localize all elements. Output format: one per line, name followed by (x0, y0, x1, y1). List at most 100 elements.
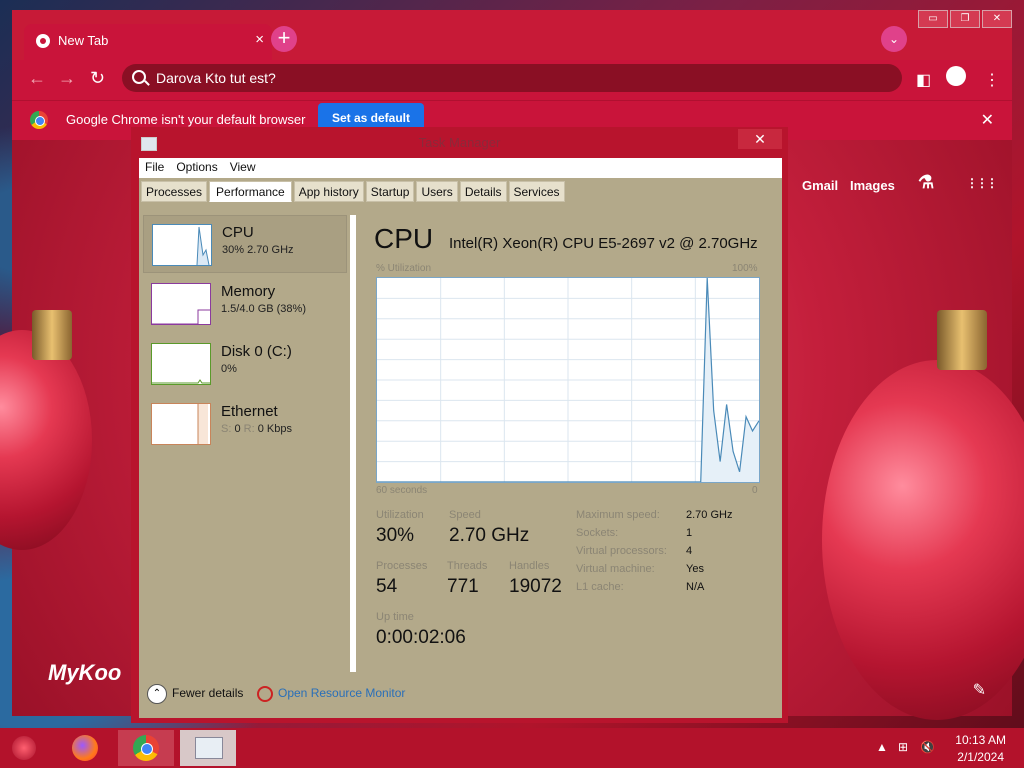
sidebar-item-memory[interactable]: Memory 1.5/4.0 GB (38%) (143, 275, 345, 331)
processes-label: Processes (376, 560, 428, 572)
sidebar-ethernet-name: Ethernet (221, 403, 278, 420)
gmail-link[interactable]: Gmail (802, 178, 838, 193)
cpu-model-name: Intel(R) Xeon(R) CPU E5-2697 v2 @ 2.70GH… (449, 235, 758, 252)
side-panel-icon[interactable]: ◧ (916, 70, 931, 90)
fewer-details-link[interactable]: Fewer details (172, 686, 243, 700)
menu-view[interactable]: View (224, 158, 262, 178)
labs-flask-icon[interactable]: ⚗ (918, 172, 934, 193)
sidebar-item-disk[interactable]: Disk 0 (C:) 0% (143, 335, 345, 391)
task-manager-close-button[interactable]: ✕ (738, 129, 782, 149)
virtual-processors-value: 4 (686, 545, 693, 557)
cpu-thumbnail (152, 224, 212, 266)
new-tab-button[interactable]: + (271, 26, 297, 52)
tab-close-icon[interactable]: × (255, 31, 264, 48)
firefox-icon (72, 735, 98, 761)
tab-details[interactable]: Details (459, 181, 507, 202)
firefox-taskbar-button[interactable] (58, 730, 114, 766)
close-window-button[interactable]: ✕ (982, 10, 1012, 28)
network-icon[interactable]: ⊞ (898, 740, 908, 754)
x-axis-right-label: 0 (752, 485, 758, 496)
memory-thumbnail (151, 283, 211, 325)
profile-avatar[interactable] (946, 66, 966, 86)
tab-strip: Processes Performance App history Startu… (141, 181, 567, 202)
brand-watermark: MyKoo (48, 660, 122, 685)
infobar-close-icon[interactable]: ✕ (981, 110, 994, 130)
forward-button[interactable]: → (58, 68, 76, 89)
virtual-machine-value: Yes (686, 563, 704, 575)
task-manager-window: Task Manager ✕ File Options View Process… (131, 127, 788, 723)
google-apps-icon[interactable]: ⋮⋮⋮ (966, 176, 998, 190)
open-resource-monitor-link[interactable]: Open Resource Monitor (278, 686, 405, 700)
y-axis-max: 100% (732, 263, 758, 274)
ornament-left (0, 330, 92, 550)
cpu-utilization-graph (376, 277, 760, 483)
menu-kebab-icon[interactable]: ⋮ (984, 70, 1000, 90)
cpu-graph-svg (377, 277, 760, 483)
task-manager-taskbar-icon (195, 737, 223, 759)
l1-cache-label: L1 cache: (576, 581, 624, 593)
menu-options[interactable]: Options (170, 158, 223, 178)
ornament-cap-left (32, 310, 72, 360)
virtual-processors-label: Virtual processors: (576, 545, 667, 557)
sidebar-scrollbar[interactable] (350, 215, 356, 672)
max-speed-label: Maximum speed: (576, 509, 660, 521)
tab-startup[interactable]: Startup (365, 181, 415, 202)
tab-search-button[interactable]: ⌄ (881, 26, 907, 52)
customize-pencil-icon[interactable]: ✎ (973, 680, 986, 700)
tab-processes[interactable]: Processes (141, 181, 208, 202)
tab-services[interactable]: Services (508, 181, 565, 202)
handles-label: Handles (509, 560, 550, 572)
tab-users[interactable]: Users (416, 181, 458, 202)
task-manager-titlebar[interactable]: Task Manager ✕ (131, 127, 788, 157)
start-button[interactable] (0, 730, 50, 766)
sidebar-memory-name: Memory (221, 283, 276, 300)
tab-app-history[interactable]: App history (293, 181, 364, 202)
disk-thumbnail (151, 343, 211, 385)
ethernet-send-label: S: (221, 423, 232, 435)
sidebar-cpu-detail: 30% 2.70 GHz (222, 244, 294, 256)
chrome-titlebar: New Tab × + ⌄ ▭ ❐ ✕ (12, 10, 1012, 62)
sidebar-item-ethernet[interactable]: Ethernet S: 0 R: 0 Kbps (143, 395, 345, 451)
ornament-cap-right (937, 310, 987, 370)
ethernet-thumbnail (151, 403, 211, 445)
sidebar-ethernet-detail: S: 0 R: 0 Kbps (221, 423, 292, 435)
maximize-button[interactable]: ❐ (950, 10, 980, 28)
ethernet-send-value: 0 (234, 423, 241, 435)
address-bar[interactable]: Darova Kto tut est? (122, 64, 902, 92)
back-button[interactable]: ← (28, 68, 46, 89)
minimize-button[interactable]: ▭ (918, 10, 948, 28)
chrome-taskbar-button[interactable] (118, 730, 174, 766)
sidebar-memory-detail: 1.5/4.0 GB (38%) (221, 303, 306, 315)
tab-new-tab[interactable]: New Tab × (24, 24, 272, 62)
infobar-message: Google Chrome isn't your default browser (66, 112, 306, 127)
sockets-label: Sockets: (576, 527, 619, 539)
volume-muted-icon[interactable]: 🔇 (920, 740, 935, 754)
sockets-value: 1 (686, 527, 693, 539)
menu-file[interactable]: File (139, 158, 170, 178)
sidebar-disk-detail: 0% (221, 363, 237, 375)
memory-thumbnail-graph (152, 309, 210, 325)
task-manager-taskbar-button[interactable] (180, 730, 236, 766)
start-orb-icon (12, 736, 36, 760)
speed-value: 2.70 GHz (449, 525, 530, 546)
address-text[interactable]: Darova Kto tut est? (156, 70, 276, 86)
window-controls: ▭ ❐ ✕ (916, 10, 1012, 30)
tab-title: New Tab (58, 33, 109, 48)
cpu-thumbnail-graph (196, 226, 210, 266)
tab-performance[interactable]: Performance (209, 181, 292, 202)
chrome-toolbar: ← → ↻ Darova Kto tut est? ◧ ⋮ (12, 60, 1012, 100)
virtual-machine-label: Virtual machine: (576, 563, 655, 575)
threads-label: Threads (447, 560, 488, 572)
uptime-value: 0:00:02:06 (376, 627, 466, 648)
tray-overflow-icon[interactable]: ▲ (876, 740, 888, 754)
images-link[interactable]: Images (850, 178, 895, 193)
disk-thumbnail-graph (152, 379, 210, 384)
ethernet-thumbnail-graph (197, 404, 208, 444)
sidebar-item-cpu[interactable]: CPU 30% 2.70 GHz (143, 215, 347, 273)
processes-value: 54 (376, 576, 398, 597)
speed-label: Speed (449, 509, 481, 521)
chrome-logo-icon (30, 111, 48, 129)
reload-button[interactable]: ↻ (90, 68, 105, 89)
chevron-up-icon[interactable]: ⌃ (147, 684, 167, 704)
system-clock[interactable]: 10:13 AM 2/1/2024 (955, 732, 1006, 766)
